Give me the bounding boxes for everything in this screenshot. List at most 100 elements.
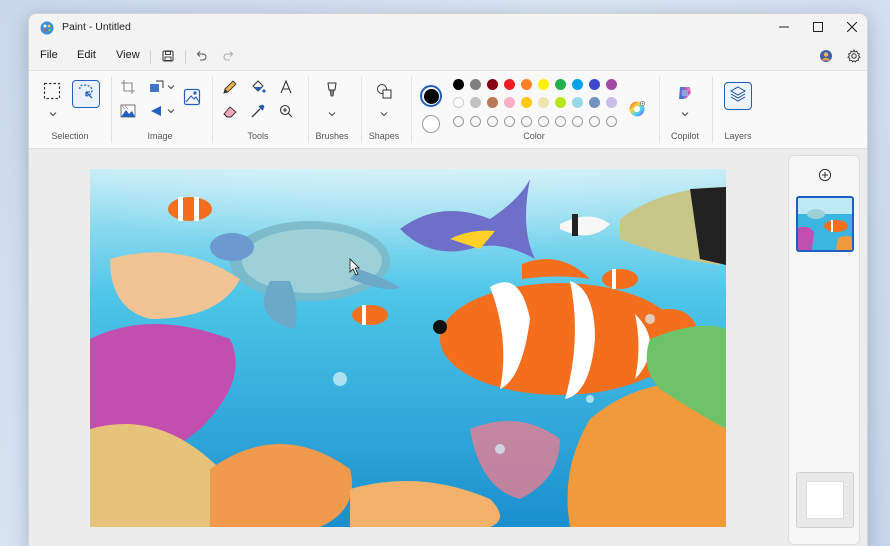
layers-icon xyxy=(729,85,747,108)
color-swatch[interactable] xyxy=(521,79,532,90)
ribbon-divider xyxy=(111,77,112,143)
workspace-area xyxy=(29,149,867,546)
menu-divider xyxy=(150,50,151,64)
menu-file[interactable]: File xyxy=(36,47,62,63)
crop-icon[interactable] xyxy=(118,77,138,97)
ribbon-divider xyxy=(361,77,362,143)
color-swatch[interactable] xyxy=(504,79,515,90)
shapes-icon[interactable] xyxy=(374,81,394,101)
close-button[interactable] xyxy=(835,14,867,40)
title-bar: Paint - Untitled xyxy=(29,14,867,42)
paint-window: Paint - Untitled File Edit View Selectio… xyxy=(28,13,868,546)
group-label-selection: Selection xyxy=(51,131,89,141)
custom-color-slot[interactable] xyxy=(470,116,481,127)
layer-thumbnail-active[interactable] xyxy=(796,196,854,252)
color-picker-icon[interactable] xyxy=(248,101,268,121)
underwater-scene-image xyxy=(90,169,726,527)
brush-icon[interactable] xyxy=(322,81,342,101)
eraser-icon[interactable] xyxy=(220,101,240,121)
ribbon-divider xyxy=(659,77,660,143)
copilot-icon[interactable] xyxy=(675,83,695,103)
color-swatch[interactable] xyxy=(589,97,600,108)
color-swatch[interactable] xyxy=(606,97,617,108)
ribbon-divider xyxy=(308,77,309,143)
custom-color-slot[interactable] xyxy=(453,116,464,127)
undo-icon[interactable] xyxy=(192,47,210,65)
layer-thumbnail-blank[interactable] xyxy=(796,472,854,528)
color-swatch[interactable] xyxy=(572,79,583,90)
color-swatch[interactable] xyxy=(487,79,498,90)
primary-color-button[interactable] xyxy=(420,85,442,107)
chevron-down-icon[interactable] xyxy=(675,104,695,124)
pencil-icon[interactable] xyxy=(220,77,240,97)
group-label-color: Color xyxy=(523,131,545,141)
color-swatch[interactable] xyxy=(538,79,549,90)
custom-color-slot[interactable] xyxy=(538,116,549,127)
ribbon-divider xyxy=(411,77,412,143)
primary-color-swatch xyxy=(423,88,439,104)
background-removal-icon[interactable] xyxy=(118,101,138,121)
color-swatch[interactable] xyxy=(555,97,566,108)
menu-divider xyxy=(185,50,186,64)
color-swatch[interactable] xyxy=(572,97,583,108)
edit-colors-icon[interactable] xyxy=(627,99,647,119)
custom-color-slot[interactable] xyxy=(555,116,566,127)
maximize-button[interactable] xyxy=(801,14,835,40)
group-label-layers: Layers xyxy=(724,131,752,141)
group-label-tools: Tools xyxy=(247,131,269,141)
chevron-down-icon[interactable] xyxy=(43,104,63,124)
magnifier-icon[interactable] xyxy=(276,101,296,121)
color-swatch[interactable] xyxy=(504,97,515,108)
menu-edit[interactable]: Edit xyxy=(73,47,100,63)
redo-icon[interactable] xyxy=(220,47,238,65)
free-form-select-button[interactable] xyxy=(72,80,100,108)
chevron-down-icon[interactable] xyxy=(374,104,394,124)
custom-color-slot[interactable] xyxy=(606,116,617,127)
save-icon[interactable] xyxy=(159,47,177,65)
layers-panel xyxy=(788,155,860,545)
fill-bucket-icon[interactable] xyxy=(248,77,268,97)
custom-color-slot[interactable] xyxy=(504,116,515,127)
layers-button[interactable] xyxy=(724,82,752,110)
color-swatch[interactable] xyxy=(589,79,600,90)
minimize-button[interactable] xyxy=(767,14,801,40)
color-swatch[interactable] xyxy=(453,79,464,90)
lasso-select-icon xyxy=(77,83,95,106)
group-label-copilot: Copilot xyxy=(670,131,699,141)
ribbon-toolbar: Selection Image Tools Brushes Shapes Col… xyxy=(29,70,867,149)
chevron-down-icon[interactable] xyxy=(161,101,181,121)
group-label-brushes: Brushes xyxy=(315,131,349,141)
color-swatch[interactable] xyxy=(470,79,481,90)
color-swatch[interactable] xyxy=(606,79,617,90)
drawing-canvas[interactable] xyxy=(90,169,726,527)
profile-icon[interactable] xyxy=(817,47,835,65)
ribbon-divider xyxy=(212,77,213,143)
secondary-color-button[interactable] xyxy=(422,115,440,133)
menu-bar: File Edit View xyxy=(29,42,867,70)
text-icon[interactable] xyxy=(276,77,296,97)
chevron-down-icon[interactable] xyxy=(322,104,342,124)
layer-preview-image xyxy=(798,198,852,250)
group-label-shapes: Shapes xyxy=(368,131,400,141)
image-creator-icon[interactable] xyxy=(182,87,202,107)
add-layer-icon[interactable] xyxy=(818,168,832,182)
window-title: Paint - Untitled xyxy=(62,21,131,33)
color-swatch[interactable] xyxy=(453,97,464,108)
custom-color-slot[interactable] xyxy=(521,116,532,127)
color-swatch[interactable] xyxy=(538,97,549,108)
group-label-image: Image xyxy=(147,131,173,141)
menu-view[interactable]: View xyxy=(112,47,144,63)
custom-color-slot[interactable] xyxy=(589,116,600,127)
rectangle-select-icon[interactable] xyxy=(42,81,62,101)
chevron-down-icon[interactable] xyxy=(161,77,181,97)
gear-icon[interactable] xyxy=(845,47,863,65)
paint-app-icon xyxy=(40,21,54,35)
color-swatch[interactable] xyxy=(521,97,532,108)
custom-color-slot[interactable] xyxy=(487,116,498,127)
color-swatch[interactable] xyxy=(487,97,498,108)
color-swatch[interactable] xyxy=(470,97,481,108)
color-swatch[interactable] xyxy=(555,79,566,90)
custom-color-slot[interactable] xyxy=(572,116,583,127)
ribbon-divider xyxy=(712,77,713,143)
blank-layer-preview xyxy=(806,481,844,519)
